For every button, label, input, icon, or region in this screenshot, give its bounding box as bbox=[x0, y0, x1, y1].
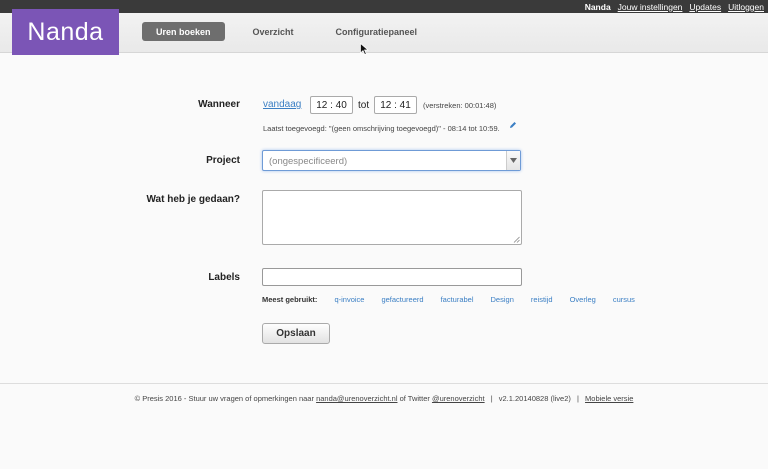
resize-handle-icon[interactable] bbox=[513, 236, 520, 243]
project-label: Project bbox=[206, 155, 240, 166]
time-separator: tot bbox=[358, 100, 370, 111]
mouse-cursor-icon bbox=[360, 43, 369, 55]
user-name: Nanda bbox=[584, 1, 611, 12]
tab-uren-boeken[interactable]: Uren boeken bbox=[142, 22, 225, 41]
save-button[interactable]: Opslaan bbox=[262, 323, 330, 344]
logout-link[interactable]: Uitloggen bbox=[728, 2, 764, 12]
mobile-version-link[interactable]: Mobiele versie bbox=[585, 394, 633, 403]
labels-input[interactable] bbox=[262, 268, 522, 286]
dropdown-arrow[interactable] bbox=[506, 151, 520, 170]
footer-divider bbox=[0, 383, 768, 384]
date-link[interactable]: vandaag bbox=[263, 99, 301, 110]
email-link[interactable]: nanda@urenoverzicht.nl bbox=[316, 394, 397, 403]
end-time-input[interactable]: 12 : 41 bbox=[374, 96, 417, 114]
chevron-down-icon bbox=[510, 158, 517, 163]
label-tag[interactable]: reistijd bbox=[531, 295, 553, 304]
label-tag[interactable]: cursus bbox=[613, 295, 635, 304]
logo[interactable]: Nanda bbox=[12, 9, 119, 55]
most-used-labels: Meest gebruikt: q-invoice gefactureerd f… bbox=[262, 295, 652, 304]
label-tag[interactable]: gefactureerd bbox=[381, 295, 423, 304]
pencil-icon[interactable] bbox=[509, 121, 517, 129]
tab-overzicht[interactable]: Overzicht bbox=[239, 22, 308, 41]
elapsed-time: (verstreken: 00:01:48) bbox=[423, 101, 497, 110]
label-tag[interactable]: Overleg bbox=[570, 295, 596, 304]
user-links: Nanda Jouw instellingen Updates Uitlogge… bbox=[585, 0, 764, 13]
footer-separator: | bbox=[490, 394, 493, 403]
description-label: Wat heb je gedaan? bbox=[146, 194, 240, 205]
start-time-input[interactable]: 12 : 40 bbox=[310, 96, 353, 114]
tab-configuratiepaneel[interactable]: Configuratiepaneel bbox=[322, 22, 432, 41]
project-select-value: (ongespecificeerd) bbox=[269, 156, 348, 167]
most-used-heading: Meest gebruikt: bbox=[262, 295, 318, 304]
footer: © Presis 2016 - Stuur uw vragen of opmer… bbox=[0, 394, 768, 403]
wanneer-label: Wanneer bbox=[198, 99, 240, 110]
main-nav: Uren boeken Overzicht Configuratiepaneel bbox=[142, 22, 445, 41]
label-tag[interactable]: Design bbox=[491, 295, 514, 304]
footer-twitter-text: of Twitter bbox=[397, 394, 432, 403]
labels-label: Labels bbox=[208, 272, 240, 283]
project-select[interactable]: (ongespecificeerd) bbox=[262, 150, 521, 171]
footer-copyright: © Presis 2016 - Stuur uw vragen of opmer… bbox=[134, 394, 317, 403]
label-tag[interactable]: facturabel bbox=[441, 295, 474, 304]
settings-link[interactable]: Jouw instellingen bbox=[618, 2, 683, 12]
footer-separator: | bbox=[576, 394, 579, 403]
twitter-link[interactable]: @urenoverzicht bbox=[432, 394, 485, 403]
label-tag[interactable]: q-invoice bbox=[334, 295, 364, 304]
updates-link[interactable]: Updates bbox=[689, 2, 721, 12]
last-added-text: Laatst toegevoegd: "(geen omschrijving t… bbox=[263, 124, 500, 133]
version-text: v2.1.20140828 (live2) bbox=[498, 394, 571, 403]
description-textarea[interactable] bbox=[262, 190, 522, 245]
